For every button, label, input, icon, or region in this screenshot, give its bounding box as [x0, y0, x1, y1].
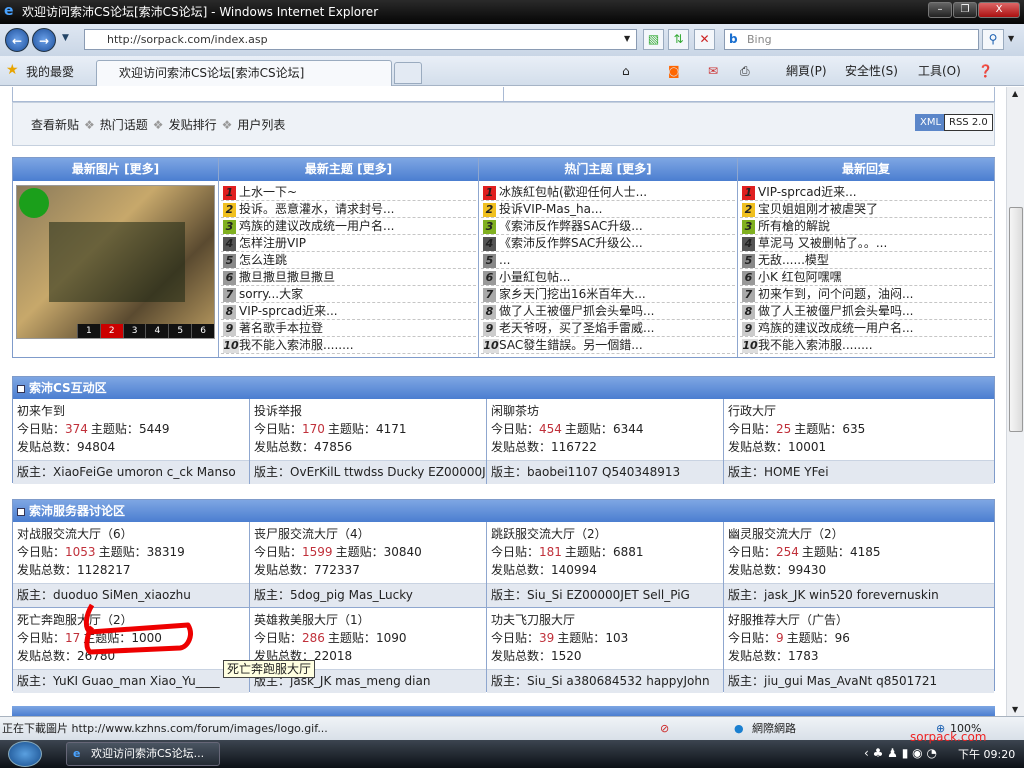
- taskbar-task-label: 欢迎访问索沛CS论坛...: [91, 747, 205, 760]
- zone-label: 網際網路: [752, 722, 796, 735]
- rss-icon[interactable]: ◙: [668, 62, 680, 80]
- tray-icons[interactable]: ‹ ♣ ♟ ▮ ◉ ◔: [864, 746, 937, 760]
- tooltip: 死亡奔跑服大厅: [223, 660, 316, 678]
- address-dropdown-icon[interactable]: ▼: [624, 34, 630, 43]
- page-content: 查看新贴 ❖ 热门话题 ❖ 发贴排行 ❖ 用户列表 XML RSS 2.0 最新图片 [更多…: [0, 87, 1006, 716]
- ie-icon: e: [4, 3, 14, 19]
- popup-blocker-icon[interactable]: ⊘: [660, 717, 669, 740]
- vertical-scrollbar[interactable]: ▲ ▼: [1006, 87, 1024, 716]
- status-bar: 正在下載圖片 http://www.kzhns.com/forum/images…: [0, 716, 1024, 740]
- print-icon[interactable]: ⎙: [740, 62, 750, 80]
- favorites-button[interactable]: 我的最愛: [26, 63, 74, 80]
- forward-button[interactable]: →: [32, 28, 56, 52]
- restore-button[interactable]: ❐: [953, 2, 977, 18]
- scrollbar-thumb[interactable]: [1009, 207, 1023, 432]
- search-input[interactable]: Bing: [724, 29, 979, 50]
- bing-icon: b: [729, 32, 738, 46]
- help-icon[interactable]: ❓: [978, 62, 993, 80]
- title-bar: e 欢迎访问索沛CS论坛[索沛CS论坛] - Windows Internet …: [0, 0, 1024, 24]
- page-menu[interactable]: 網頁(P): [786, 62, 827, 80]
- scroll-up-icon[interactable]: ▲: [1012, 89, 1018, 98]
- tab-title: 欢迎访问索沛CS论坛[索沛CS论坛]: [119, 66, 305, 80]
- refresh-button[interactable]: ⇅: [668, 29, 689, 50]
- start-button[interactable]: [8, 741, 42, 767]
- window-title: 欢迎访问索沛CS论坛[索沛CS论坛] - Windows Internet Ex…: [22, 5, 379, 19]
- new-tab-button[interactable]: [394, 62, 422, 84]
- scroll-down-icon[interactable]: ▼: [1012, 705, 1018, 714]
- watermark: sorpack.com: [910, 730, 987, 744]
- taskbar-ie-window[interactable]: e 欢迎访问索沛CS论坛...: [66, 742, 220, 766]
- compat-view-button[interactable]: ▧: [643, 29, 664, 50]
- status-text: 正在下載圖片 http://www.kzhns.com/forum/images…: [2, 722, 328, 735]
- globe-icon: ●: [734, 722, 744, 735]
- favorites-bar: ★ 我的最愛 欢迎访问索沛CS论坛[索沛CS论坛] ⌂ ◙ ✉ ⎙ 網頁(P) …: [0, 56, 1024, 86]
- history-dropdown-icon[interactable]: ▼: [62, 33, 69, 43]
- address-toolbar: ← → ▼ http://sorpack.com/index.asp ▼ ▧ ⇅…: [0, 24, 1024, 56]
- clock[interactable]: 下午 09:20: [958, 746, 1015, 762]
- minimize-button[interactable]: –: [928, 2, 952, 18]
- home-icon[interactable]: ⌂: [622, 62, 630, 80]
- tools-menu[interactable]: 工具(O): [918, 62, 961, 80]
- search-options-icon[interactable]: ▼: [1008, 34, 1014, 43]
- stop-button[interactable]: ✕: [694, 29, 715, 50]
- safety-menu[interactable]: 安全性(S): [845, 62, 898, 80]
- mail-icon[interactable]: ✉: [708, 62, 718, 80]
- star-icon: ★: [6, 62, 19, 78]
- back-button[interactable]: ←: [5, 28, 29, 52]
- browser-tab[interactable]: 欢迎访问索沛CS论坛[索沛CS论坛]: [96, 60, 392, 86]
- address-input[interactable]: http://sorpack.com/index.asp: [84, 29, 637, 50]
- search-button[interactable]: ⚲: [982, 29, 1004, 50]
- taskbar: e 欢迎访问索沛CS论坛... sorpack.com ‹ ♣ ♟ ▮ ◉ ◔ 下…: [0, 730, 1024, 768]
- red-annotation-scribble: [83, 603, 193, 655]
- close-button[interactable]: X: [978, 2, 1020, 18]
